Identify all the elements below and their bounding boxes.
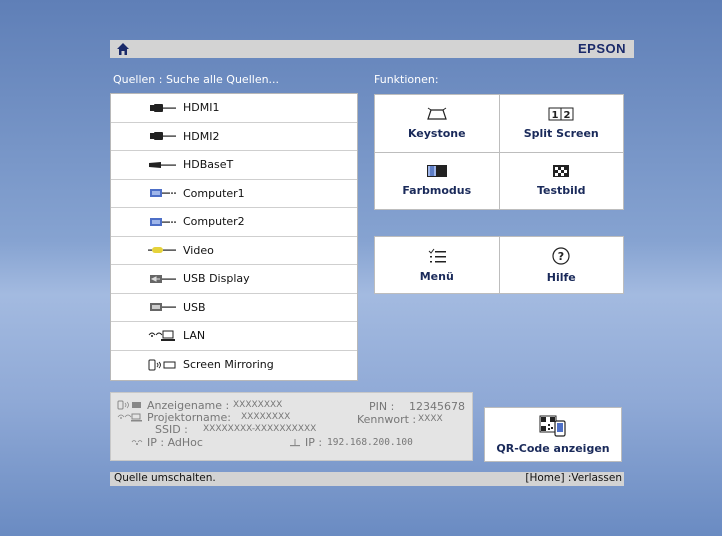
source-item-lan[interactable]: LAN bbox=[111, 322, 357, 351]
keystone-button[interactable]: Keystone bbox=[375, 95, 499, 152]
exit-hint: [Home] :Verlassen bbox=[525, 472, 622, 484]
source-label: HDMI1 bbox=[183, 101, 220, 115]
password-label: Kennwort : bbox=[357, 413, 417, 426]
display-name-value: XXXXXXXX bbox=[233, 400, 283, 410]
keystone-icon bbox=[426, 107, 447, 120]
source-label: Computer1 bbox=[183, 186, 245, 200]
svg-text:?: ? bbox=[558, 250, 564, 263]
usb-icon bbox=[150, 303, 176, 312]
screen-mirroring-icon bbox=[117, 400, 141, 410]
qr-code-button[interactable]: QR-Code anzeigen bbox=[484, 407, 622, 462]
source-label: HDBaseT bbox=[183, 158, 234, 172]
home-icon[interactable] bbox=[116, 42, 130, 56]
wired-network-icon bbox=[290, 439, 300, 447]
menu-list-icon bbox=[428, 248, 446, 262]
ip-label: IP : bbox=[305, 436, 323, 449]
usb-display-icon bbox=[150, 274, 176, 283]
status-hint: Quelle umschalten. bbox=[114, 472, 216, 484]
color-mode-icon bbox=[426, 165, 447, 178]
top-bar: EPSON bbox=[110, 40, 634, 58]
epson-logo: EPSON bbox=[577, 41, 626, 56]
menu-label: Menü bbox=[419, 269, 454, 283]
functions-title: Funktionen: bbox=[374, 73, 439, 86]
qr-code-label: QR-Code anzeigen bbox=[496, 441, 610, 455]
status-bar: Quelle umschalten. [Home] :Verlassen bbox=[110, 472, 624, 486]
test-pattern-label: Testbild bbox=[536, 184, 586, 198]
color-mode-button[interactable]: Farbmodus bbox=[375, 152, 499, 209]
source-label: USB Display bbox=[183, 272, 250, 286]
help-icon: ? bbox=[552, 246, 570, 265]
source-label: USB bbox=[183, 300, 206, 314]
ip-value: 192.168.200.100 bbox=[327, 437, 413, 448]
projector-name-value: XXXXXXXX bbox=[241, 412, 291, 422]
svg-text:1: 1 bbox=[552, 110, 559, 121]
help-label: Hilfe bbox=[546, 270, 576, 284]
pin-label: PIN : bbox=[369, 400, 395, 413]
help-menu-grid: Menü ? Hilfe bbox=[374, 236, 624, 294]
function-grid: Keystone 1 2 Split Screen Farbmodus Test… bbox=[374, 94, 624, 210]
source-item-hdbaset[interactable]: HDBaseT bbox=[111, 151, 357, 180]
source-item-video[interactable]: Video bbox=[111, 237, 357, 265]
split-screen-icon: 1 2 bbox=[548, 107, 574, 121]
source-item-screen-mirroring[interactable]: Screen Mirroring bbox=[111, 351, 357, 380]
ip-adhoc-label: IP : AdHoc bbox=[147, 436, 203, 449]
screen-mirroring-icon bbox=[148, 359, 176, 371]
qr-code-icon bbox=[539, 415, 566, 437]
source-item-computer1[interactable]: Computer1 bbox=[111, 180, 357, 208]
source-label: HDMI2 bbox=[183, 129, 220, 143]
ssid-value: XXXXXXXX-XXXXXXXXXX bbox=[203, 424, 317, 434]
vga-icon bbox=[150, 217, 176, 226]
source-label: Computer2 bbox=[183, 215, 245, 229]
source-label: LAN bbox=[183, 329, 206, 343]
source-item-hdmi1[interactable]: HDMI1 bbox=[111, 94, 357, 123]
menu-button[interactable]: Menü bbox=[375, 237, 499, 293]
help-button[interactable]: ? Hilfe bbox=[499, 237, 623, 293]
wireless-icon bbox=[131, 440, 143, 445]
color-mode-label: Farbmodus bbox=[402, 184, 472, 198]
source-list: HDMI1 HDMI2 HDBaseT Computer1 Computer2 … bbox=[110, 93, 358, 381]
hdbaset-icon bbox=[149, 161, 176, 168]
network-info-panel: Anzeigename : XXXXXXXX Projektorname: XX… bbox=[110, 392, 473, 461]
password-value: XXXX bbox=[418, 414, 443, 424]
source-label: Video bbox=[183, 243, 214, 257]
lan-icon bbox=[117, 413, 142, 422]
source-item-computer2[interactable]: Computer2 bbox=[111, 208, 357, 237]
pin-value: 12345678 bbox=[409, 400, 465, 413]
hdmi-icon bbox=[150, 132, 176, 141]
source-label: Screen Mirroring bbox=[183, 358, 274, 372]
source-item-hdmi2[interactable]: HDMI2 bbox=[111, 123, 357, 151]
source-item-usb-display[interactable]: USB Display bbox=[111, 265, 357, 294]
keystone-label: Keystone bbox=[407, 126, 466, 140]
lan-icon bbox=[148, 330, 175, 341]
ssid-label: SSID : bbox=[155, 423, 188, 436]
test-pattern-icon bbox=[553, 165, 570, 178]
video-icon bbox=[148, 247, 176, 254]
svg-text:2: 2 bbox=[564, 110, 571, 121]
vga-icon bbox=[150, 189, 176, 198]
hdmi-icon bbox=[150, 103, 176, 112]
split-screen-button[interactable]: 1 2 Split Screen bbox=[499, 95, 623, 152]
split-screen-label: Split Screen bbox=[523, 126, 599, 140]
source-item-usb[interactable]: USB bbox=[111, 294, 357, 322]
sources-title: Quellen : Suche alle Quellen... bbox=[113, 73, 280, 86]
test-pattern-button[interactable]: Testbild bbox=[499, 152, 623, 209]
